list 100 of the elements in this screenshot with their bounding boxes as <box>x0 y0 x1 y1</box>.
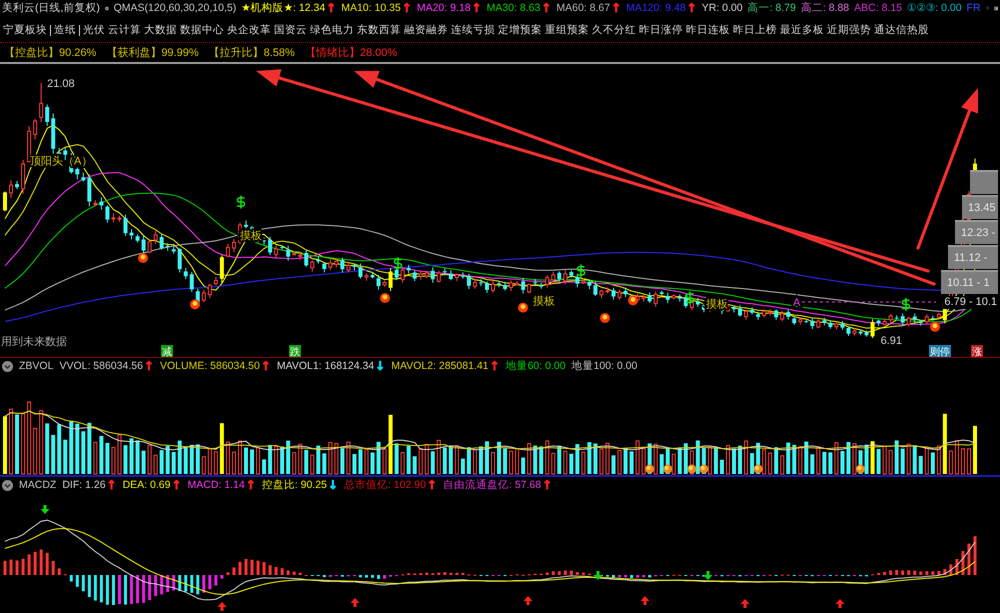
indicator-reading: MA10: 10.35 <box>341 2 401 14</box>
glow-dot-icon <box>518 302 528 313</box>
concept-tag: 云计算 <box>108 23 141 37</box>
trend-arrow: ↑ <box>541 2 552 14</box>
dollar-sign-icon <box>578 264 584 277</box>
ball-marker-icon <box>645 464 654 474</box>
concept-tag: 近期强势 <box>827 23 871 37</box>
concept-tag: 大数据 <box>144 23 177 37</box>
trend-arrow: ↓ <box>328 479 338 491</box>
stat-reading: 【控盘比】90.26% <box>4 46 96 60</box>
up-arrow-icon <box>524 596 532 605</box>
concept-tag: 绿色电力 <box>310 23 354 37</box>
trend-arrow: ↑ <box>542 479 552 491</box>
stat-reading: 【情绪比】28.00% <box>304 46 398 60</box>
indicator-reading: 总市值亿: 102.90 <box>344 478 426 492</box>
price-range-tag: 10.11 - 1 <box>941 270 998 294</box>
concept-tag: 国资云 <box>274 23 307 37</box>
indicator-reading: ★机构版★: 12.34 <box>241 1 326 15</box>
indicator-reading: YR: 0.00 <box>702 2 743 14</box>
glow-dot-icon <box>190 299 200 310</box>
dollar-sign-icon <box>686 292 694 304</box>
trend-arrow: ↓ <box>375 360 386 372</box>
concept-tag: 融资融券 <box>404 23 448 37</box>
chart-title: 美利云(日线,前复权) <box>2 1 100 15</box>
down-arrow-icon <box>594 571 602 580</box>
indicator-reading: 控盘比: 90.25 <box>262 478 327 492</box>
signal-badge: 涨 <box>971 345 983 357</box>
indicator-reading: VOLUME: 586034.50 <box>160 360 260 372</box>
low-price-label: 6.91 <box>880 335 902 347</box>
ball-marker-icon <box>663 464 672 474</box>
ball-marker-icon <box>856 464 866 474</box>
indicator-reading: MA30: 8.63 <box>486 2 540 14</box>
indicator-reading: DEA: 0.69 <box>122 479 170 491</box>
trend-arrow: ↑ <box>106 479 117 491</box>
price-range-tag <box>970 170 998 194</box>
indicator-reading: MAVOL1: 168124.34 <box>276 360 374 372</box>
industry-tag: 造纸 <box>54 23 76 37</box>
indicator-name: MACDZ <box>19 479 56 491</box>
indicator-name: QMAS(120,60,30,20,10,5) <box>114 2 236 14</box>
trend-arrow: ↑ <box>686 2 697 14</box>
price-range-tag: 13.45 <box>962 195 998 219</box>
indicator-reading: 地量100: 0.00 <box>572 359 638 373</box>
concept-tag: 重组预案 <box>545 23 589 37</box>
chart-label: 摸板 <box>533 295 555 308</box>
concept-tag: 央企改革 <box>227 23 271 37</box>
indicator-reading: ABC: 8.15 <box>854 2 902 14</box>
indicator-reading: MACD: 1.14 <box>188 479 245 491</box>
up-arrow-icon <box>218 602 226 611</box>
trend-arrow: ↑ <box>426 479 437 491</box>
signal-badge: 跌 <box>289 345 301 357</box>
price-range-tag: 11.12 - <box>948 245 998 269</box>
trend-arrow: ↑ <box>402 2 412 14</box>
indicator-reading: MA120: 9.48 <box>626 2 686 14</box>
glow-dot-icon <box>380 293 390 303</box>
concept-tag: 通达信热股 <box>874 23 929 37</box>
indicator-reading: MA60: 8.67 <box>556 2 610 14</box>
down-arrow-icon <box>40 505 50 514</box>
stat-reading: 【拉升比】8.58% <box>208 46 295 60</box>
concept-tag: 东数西算 <box>357 23 401 37</box>
signal-badge: 则停 <box>929 345 951 357</box>
trend-arrow: ↑ <box>472 2 482 14</box>
up-arrow-icon <box>640 596 650 605</box>
indicator-reading: FR <box>966 2 981 14</box>
ball-marker-icon <box>754 464 763 474</box>
glow-dot-icon <box>600 313 610 323</box>
indicator-reading: MAVOL2: 285081.41 <box>391 360 489 372</box>
indicator-reading: VVOL: 586034.56 <box>59 360 143 372</box>
indicator-reading: DIF: 1.26 <box>62 479 106 491</box>
trend-arrow: ↑ <box>246 479 256 491</box>
trend-arrow: ↑ <box>611 2 622 14</box>
concept-tag: 昨日连板 <box>686 23 730 37</box>
concept-tag: 最近多板 <box>780 23 824 37</box>
down-arrow-icon <box>704 571 712 580</box>
dollar-sign-icon <box>902 298 910 310</box>
price-range-tag: 12.23 - <box>955 220 998 244</box>
price-range-label: 6.79 - 10.1 <box>943 296 998 309</box>
trend-arrow: ↑ <box>260 360 271 372</box>
indicator-reading: 自由流通盘亿: 57.68 <box>442 478 542 492</box>
concept-tag: 久不分红 <box>592 23 636 37</box>
up-arrow-icon <box>350 598 360 607</box>
indicator-reading: 地量60: 0.00 <box>506 359 566 373</box>
stat-reading: 【获利盘】99.99% <box>106 46 199 60</box>
dropdown-circle-icon[interactable] <box>2 480 13 490</box>
concept-tag: 连续亏损 <box>451 23 495 37</box>
glow-dot-icon <box>138 253 148 263</box>
signal-badge: 减 <box>161 345 173 357</box>
indicator-reading: MA20: 9.18 <box>416 2 471 14</box>
glow-dot-icon <box>628 295 638 306</box>
glow-dot-icon <box>930 322 940 332</box>
indicator-reading: 高二: 8.88 <box>800 1 850 15</box>
dropdown-circle-icon[interactable] <box>2 360 13 372</box>
concept-tag: 光伏 <box>83 23 105 37</box>
concept-tag: 昨日涨停 <box>639 23 683 37</box>
up-arrow-icon <box>836 599 844 608</box>
concept-tag: 数据中心 <box>180 23 224 37</box>
concept-tag: 昨日上榜 <box>733 23 777 37</box>
indicator-reading: ①②③: 0.00 <box>907 2 962 14</box>
warning-note: 用到未来数据 <box>1 336 67 348</box>
dollar-sign-icon <box>238 196 244 208</box>
trend-arrow: ↑ <box>171 479 182 491</box>
